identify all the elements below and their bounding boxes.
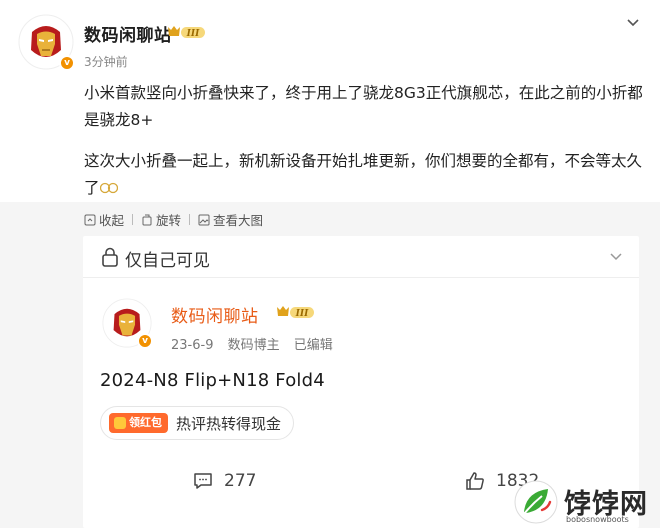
repost-date: 23-6-9	[171, 338, 214, 353]
author-name[interactable]: 数码闲聊站	[84, 21, 172, 46]
svg-text:III: III	[186, 29, 200, 39]
repost-role: 数码博主	[227, 338, 280, 353]
sweat-smile-emoji-icon	[99, 182, 118, 194]
thumbs-up-icon	[466, 472, 484, 490]
rotate-icon	[142, 214, 152, 225]
verified-badge-icon: v	[59, 55, 75, 71]
repost-meta: 23-6-9 数码博主 已编辑	[171, 334, 343, 353]
repost-author-avatar[interactable]: v	[102, 298, 153, 349]
collapse-button[interactable]: 收起	[84, 210, 124, 229]
watermark-url: bobosnowboots	[566, 515, 629, 524]
comment-count: 277	[224, 471, 257, 491]
promo-text: 热评热转得现金	[176, 414, 282, 433]
repost-author-name[interactable]: 数码闲聊站	[171, 302, 259, 327]
visibility-label: 仅自己可见	[125, 251, 210, 271]
post-text-2-content: 这次大小折叠一起上，新机新设备开始扎堆更新，你们想要的全都有，不会等太久了	[84, 152, 643, 197]
collapse-label: 收起	[99, 213, 125, 228]
lock-icon	[102, 247, 118, 267]
comment-button[interactable]: 277	[192, 470, 256, 492]
comment-icon	[194, 473, 212, 489]
view-large-button[interactable]: 查看大图	[198, 210, 263, 229]
toolbar-divider	[132, 214, 134, 225]
rank-badge-icon: III	[275, 304, 315, 324]
post-text-2: 这次大小折叠一起上，新机新设备开始扎堆更新，你们想要的全都有，不会等太久了	[84, 148, 644, 202]
leaf-logo-icon	[514, 480, 558, 524]
author-avatar[interactable]: v	[18, 14, 75, 71]
red-packet-badge: 领红包	[109, 413, 168, 433]
repost-text: 2024-N8 Flip+N18 Fold4	[100, 370, 325, 391]
svg-text:III: III	[295, 309, 309, 319]
view-large-label: 查看大图	[213, 213, 264, 228]
rotate-button[interactable]: 旋转	[141, 210, 181, 229]
toolbar-divider	[189, 214, 191, 225]
post-time: 3分钟前	[84, 55, 128, 69]
verified-badge-icon: v	[137, 333, 153, 349]
rank-badge-icon: III	[166, 24, 206, 44]
image-toolbar: 收起 旋转 查看大图	[84, 210, 271, 229]
post-text-1: 小米首款竖向小折叠快来了，终于用上了骁龙8G3正代旗舰芯，在此之前的小折都是骁龙…	[84, 84, 643, 129]
chevron-down-icon[interactable]	[607, 248, 625, 266]
collapse-icon	[84, 214, 96, 225]
promo-pill[interactable]: 领红包 热评热转得现金	[100, 406, 295, 440]
site-watermark: 饽饽网 bobosnowboots	[508, 478, 660, 528]
rotate-label: 旋转	[156, 213, 182, 228]
repost-edited: 已编辑	[293, 338, 333, 353]
visibility-bar[interactable]: 仅自己可见	[83, 236, 639, 278]
weibo-post: v 数码闲聊站 III 3分钟前 小米首款竖向小折叠快来了，终于用上了骁龙8G3…	[0, 0, 660, 202]
image-icon	[198, 214, 210, 225]
chevron-down-icon[interactable]	[624, 14, 642, 32]
